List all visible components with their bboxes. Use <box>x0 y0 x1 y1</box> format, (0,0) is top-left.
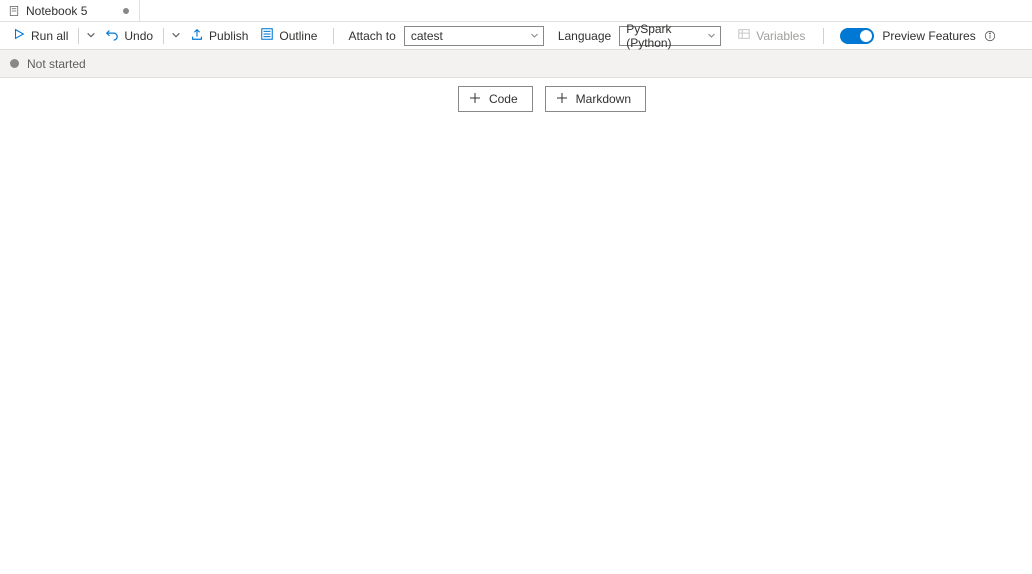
add-markdown-label: Markdown <box>576 92 631 106</box>
notebook-tab[interactable]: Notebook 5 <box>0 0 140 21</box>
divider <box>823 28 824 44</box>
notebook-icon <box>8 5 20 17</box>
preview-features-toggle[interactable] <box>840 28 874 44</box>
chevron-down-icon <box>530 29 539 43</box>
undo-icon <box>105 27 119 44</box>
modified-indicator-icon <box>123 8 129 14</box>
divider <box>163 28 164 44</box>
outline-icon <box>260 27 274 44</box>
chevron-down-icon <box>86 29 96 43</box>
attach-to-label: Attach to <box>344 29 403 43</box>
outline-label: Outline <box>279 29 317 43</box>
add-markdown-button[interactable]: Markdown <box>545 86 646 112</box>
run-all-button[interactable]: Run all <box>6 24 74 48</box>
variables-icon <box>737 27 751 44</box>
preview-features-group: Preview Features <box>840 28 995 44</box>
language-value: PySpark (Python) <box>626 22 701 50</box>
content-area: Code Markdown <box>0 78 1032 112</box>
attach-to-value: catest <box>411 29 443 43</box>
publish-label: Publish <box>209 29 248 43</box>
undo-button[interactable]: Undo <box>99 24 159 48</box>
add-code-label: Code <box>489 92 518 106</box>
toggle-knob <box>860 30 872 42</box>
plus-icon <box>556 92 568 107</box>
outline-button[interactable]: Outline <box>254 24 323 48</box>
toolbar: Run all Undo Publish <box>0 22 1032 50</box>
tab-title: Notebook 5 <box>26 4 87 18</box>
status-text: Not started <box>27 57 86 71</box>
publish-button[interactable]: Publish <box>184 24 254 48</box>
publish-icon <box>190 27 204 44</box>
language-label: Language <box>554 29 619 43</box>
divider <box>78 28 79 44</box>
status-bar: Not started <box>0 50 1032 78</box>
add-code-button[interactable]: Code <box>458 86 533 112</box>
divider <box>333 28 334 44</box>
status-dot-icon <box>10 59 19 68</box>
play-icon <box>12 27 26 44</box>
plus-icon <box>469 92 481 107</box>
preview-features-label: Preview Features <box>882 29 975 43</box>
run-all-label: Run all <box>31 29 68 43</box>
chevron-down-icon <box>707 29 716 43</box>
variables-button: Variables <box>731 24 811 48</box>
undo-dropdown[interactable] <box>168 24 184 48</box>
variables-label: Variables <box>756 29 805 43</box>
run-dropdown[interactable] <box>83 24 99 48</box>
tab-bar: Notebook 5 <box>0 0 1032 22</box>
language-select[interactable]: PySpark (Python) <box>619 26 721 46</box>
info-icon[interactable] <box>984 30 996 42</box>
attach-to-select[interactable]: catest <box>404 26 544 46</box>
undo-label: Undo <box>124 29 153 43</box>
chevron-down-icon <box>171 29 181 43</box>
